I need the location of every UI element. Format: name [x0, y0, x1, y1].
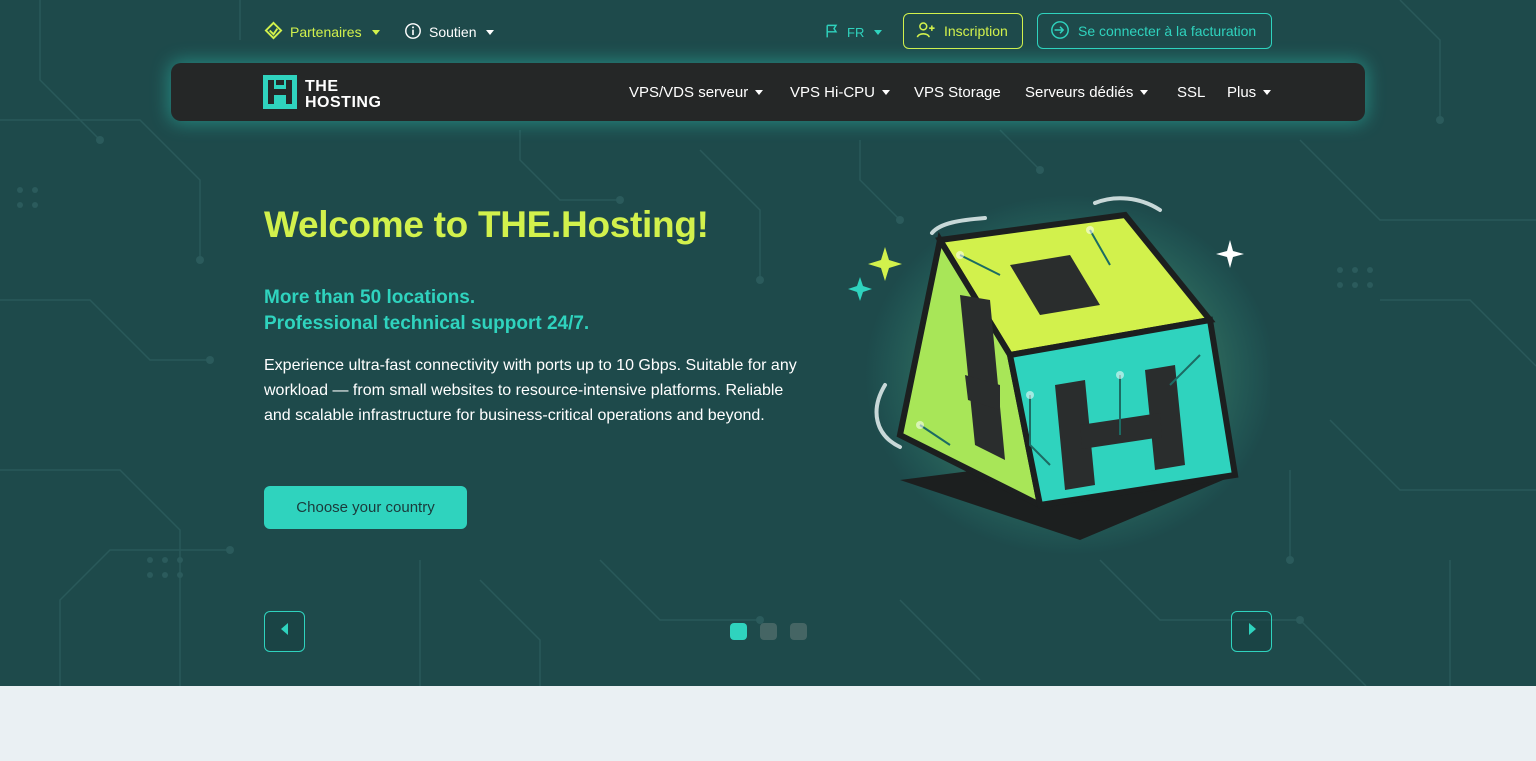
slider-prev-button[interactable]	[264, 611, 305, 652]
site-logo[interactable]: THE HOSTING	[263, 75, 381, 114]
hero-description: Experience ultra-fast connectivity with …	[264, 357, 797, 424]
nav-item-ssl[interactable]: SSL	[1177, 81, 1205, 103]
chevron-left-icon	[279, 622, 291, 641]
user-plus-icon	[916, 21, 936, 42]
logo-mark-icon	[263, 75, 297, 114]
signup-label: Inscription	[944, 23, 1008, 39]
nav-item-vps-hi-cpu[interactable]: VPS Hi-CPU	[790, 81, 891, 103]
signup-button[interactable]: Inscription	[903, 13, 1023, 49]
logo-line1: THE	[305, 77, 339, 95]
slider-pagination	[730, 623, 807, 640]
nav-item-vps-storage[interactable]: VPS Storage	[914, 81, 1001, 103]
slider-dot[interactable]	[790, 623, 807, 640]
hero-subtitle-line2: Professional technical support 24/7.	[264, 313, 590, 334]
below-fold-section	[0, 686, 1536, 761]
hero-title: Welcome to THE.Hosting!	[264, 204, 709, 245]
billing-login-button[interactable]: Se connecter à la facturation	[1037, 13, 1272, 49]
chevron-down-icon	[1263, 89, 1272, 95]
nav-item-label: SSL	[1177, 83, 1206, 101]
billing-login-label: Se connecter à la facturation	[1078, 23, 1257, 39]
nav-item-label: VPS Hi-CPU	[790, 83, 876, 101]
flag-icon	[824, 23, 840, 42]
nav-item-more[interactable]: Plus	[1227, 81, 1272, 103]
main-navbar: THE HOSTING VPS/VDS serveur VPS Hi-CPU V…	[171, 63, 1365, 121]
sign-in-icon	[1050, 20, 1070, 43]
chevron-down-icon	[1140, 89, 1149, 95]
chevron-down-icon	[874, 29, 883, 35]
nav-item-label: VPS/VDS serveur	[629, 83, 749, 101]
logo-wordmark: THE HOSTING	[305, 77, 382, 111]
info-circle-icon	[404, 22, 422, 43]
chevron-down-icon	[755, 89, 764, 95]
chevron-down-icon	[882, 89, 891, 95]
slider-dot[interactable]	[760, 623, 777, 640]
nav-item-vps-vds[interactable]: VPS/VDS serveur	[629, 81, 764, 103]
nav-item-label: VPS Storage	[914, 83, 1001, 101]
support-label: Soutien	[429, 24, 477, 40]
logo-line2: HOSTING	[305, 93, 382, 111]
hero-section: Partenaires Soutien FR Inscription Se co…	[0, 0, 1536, 686]
chevron-right-icon	[1246, 622, 1258, 641]
support-menu[interactable]: Soutien	[404, 18, 495, 46]
slider-next-button[interactable]	[1231, 611, 1272, 652]
partners-menu[interactable]: Partenaires	[264, 18, 380, 46]
chevron-down-icon	[486, 29, 495, 35]
nav-item-label: Serveurs dédiés	[1025, 83, 1134, 101]
language-selector[interactable]: FR	[824, 18, 883, 46]
language-label: FR	[847, 24, 865, 40]
nav-item-dedicated-servers[interactable]: Serveurs dédiés	[1025, 81, 1149, 103]
hero-subtitle-line1: More than 50 locations.	[264, 287, 476, 308]
hero-subtitle: More than 50 locations. Professional tec…	[264, 285, 589, 337]
chevron-down-icon	[371, 29, 380, 35]
slider-dot[interactable]	[730, 623, 747, 640]
nav-item-label: Plus	[1227, 83, 1257, 101]
handshake-diamond-icon	[264, 21, 283, 43]
choose-country-button[interactable]: Choose your country	[264, 486, 467, 529]
partners-label: Partenaires	[290, 24, 362, 40]
cube-logo-illustration	[848, 195, 1270, 555]
